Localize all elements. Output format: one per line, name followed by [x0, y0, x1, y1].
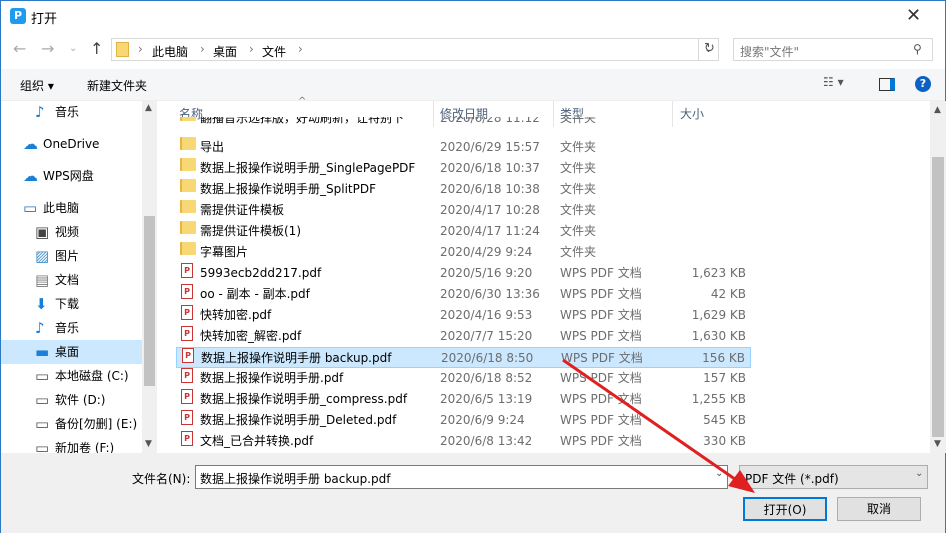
red-arrow-annotation	[562, 358, 755, 493]
